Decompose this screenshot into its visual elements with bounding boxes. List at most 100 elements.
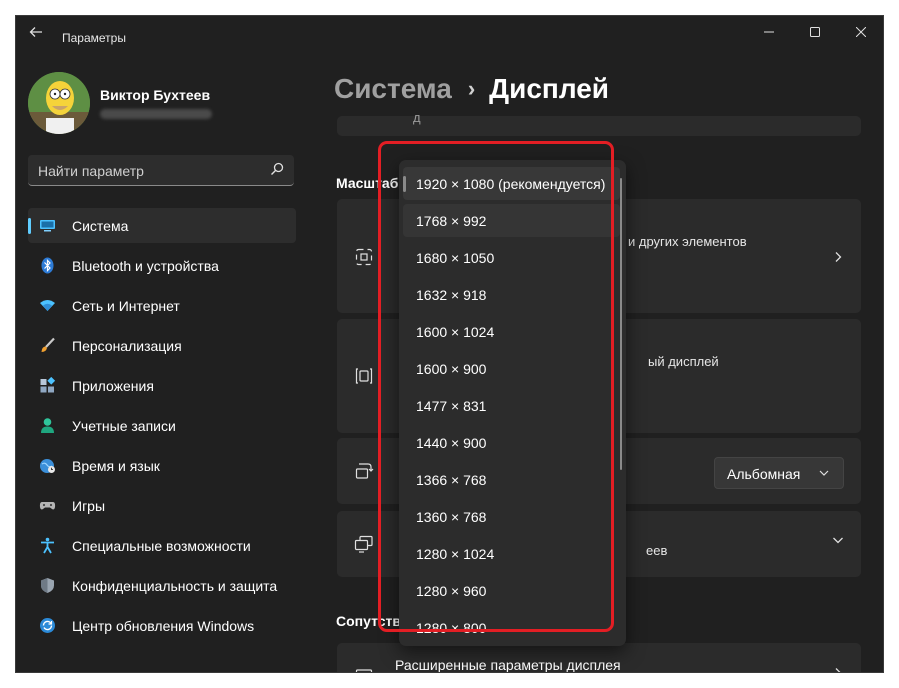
resolution-option[interactable]: 1280 × 1024 — [403, 537, 620, 570]
resolution-option[interactable]: 1600 × 900 — [403, 352, 620, 385]
resolution-option[interactable]: 1360 × 768 — [403, 500, 620, 533]
chevron-right-icon — [835, 252, 842, 262]
sidebar-item-gaming[interactable]: Игры — [28, 488, 296, 523]
resolution-option-label: 1280 × 1024 — [416, 546, 495, 562]
resolution-option[interactable]: 1600 × 1024 — [403, 315, 620, 348]
gamepad-icon — [39, 502, 56, 510]
resolution-option[interactable]: 1920 × 1080 (рекомендуется) — [403, 167, 620, 200]
title-bar: Параметры — [16, 16, 883, 48]
sidebar-item-label: Сеть и Интернет — [72, 298, 180, 314]
chevron-down-icon — [833, 537, 843, 544]
scale-section-label: Масштаб — [336, 175, 399, 191]
sidebar-item-personalization[interactable]: Персонализация — [28, 328, 296, 363]
resolution-option[interactable]: 1280 × 960 — [403, 574, 620, 607]
sidebar-item-label: Учетные записи — [72, 418, 176, 434]
advanced-display-card[interactable]: Расширенные параметры дисплея — [337, 643, 861, 672]
orientation-value: Альбомная — [727, 466, 801, 482]
sidebar-item-windows-update[interactable]: Центр обновления Windows — [28, 608, 296, 643]
resolution-option-label: 1680 × 1050 — [416, 250, 495, 266]
multiple-displays-text: еев — [646, 543, 668, 558]
resolution-option[interactable]: 1680 × 1050 — [403, 241, 620, 274]
person-icon — [41, 418, 54, 433]
scale-icon — [355, 248, 373, 266]
orientation-select[interactable]: Альбомная — [714, 457, 844, 489]
close-button[interactable] — [838, 16, 883, 48]
sidebar-item-label: Центр обновления Windows — [72, 618, 255, 634]
resolution-option-label: 1632 × 918 — [416, 287, 487, 303]
user-name: Виктор Бухтеев — [100, 87, 211, 103]
resolution-dropdown[interactable]: 1920 × 1080 (рекомендуется) 1768 × 992 1… — [399, 160, 626, 646]
accessibility-icon — [41, 537, 54, 554]
resolution-icon — [355, 368, 373, 384]
avatar[interactable] — [28, 72, 90, 134]
resolution-option[interactable]: 1477 × 831 — [403, 389, 620, 422]
sidebar-item-time-language[interactable]: Время и язык — [28, 448, 296, 483]
sidebar-item-privacy[interactable]: Конфиденциальность и защита — [28, 568, 296, 603]
minimize-button[interactable] — [746, 16, 792, 48]
resolution-option-label: 1280 × 960 — [416, 583, 487, 599]
user-email-blurred — [100, 109, 212, 119]
display-icon — [40, 220, 55, 232]
resolution-option[interactable]: 1366 × 768 — [403, 463, 620, 496]
bluetooth-icon — [41, 257, 54, 274]
resolution-option-label: 1280 × 800 — [416, 620, 487, 636]
sidebar-item-accounts[interactable]: Учетные записи — [28, 408, 296, 443]
breadcrumb-parent[interactable]: Система — [334, 73, 452, 104]
sidebar-nav: Система Bluetooth и устройства Сеть и Ин… — [28, 208, 296, 648]
resolution-option[interactable]: 1632 × 918 — [403, 278, 620, 311]
resolution-option-label: 1440 × 900 — [416, 435, 487, 451]
search-input[interactable]: Найти параметр — [28, 155, 294, 186]
sidebar-item-label: Конфиденциальность и защита — [72, 578, 278, 594]
resolution-option[interactable]: 1280 × 800 — [403, 611, 620, 644]
orientation-icon — [355, 463, 374, 479]
sidebar-item-accessibility[interactable]: Специальные возможности — [28, 528, 296, 563]
chevron-down-icon — [819, 470, 829, 476]
page-title: Дисплей — [489, 73, 610, 104]
related-section-label: Сопутств — [336, 613, 401, 629]
wifi-icon — [40, 300, 55, 311]
avatar-image — [28, 72, 90, 134]
resolution-card-text: ый дисплей — [648, 354, 719, 369]
close-icon — [856, 27, 866, 37]
app-title: Параметры — [62, 31, 126, 45]
sidebar-item-system[interactable]: Система — [28, 208, 296, 243]
resolution-option-label: 1366 × 768 — [416, 472, 487, 488]
brush-icon — [41, 337, 55, 352]
back-arrow-icon[interactable] — [28, 24, 44, 40]
resolution-option-label: 1768 × 992 — [416, 213, 487, 229]
multiple-displays-icon — [354, 535, 373, 553]
sidebar-item-label: Bluetooth и устройства — [72, 258, 219, 274]
resolution-option[interactable]: 1768 × 992 — [403, 204, 620, 237]
advanced-display-icon — [355, 669, 373, 672]
sidebar-item-apps[interactable]: Приложения — [28, 368, 296, 403]
shield-icon — [41, 578, 54, 593]
sidebar-item-label: Специальные возможности — [72, 538, 251, 554]
scale-card-text: и других элементов — [628, 234, 747, 249]
dropdown-scrollbar[interactable] — [620, 178, 622, 470]
sidebar-item-label: Приложения — [72, 378, 154, 394]
sidebar-item-label: Время и язык — [72, 458, 160, 474]
sidebar-item-label: Система — [72, 218, 129, 234]
apps-icon — [40, 377, 56, 393]
globe-clock-icon — [40, 459, 55, 473]
search-placeholder: Найти параметр — [38, 163, 144, 179]
breadcrumb-separator: › — [467, 76, 476, 101]
sidebar-item-label: Персонализация — [72, 338, 182, 354]
search-icon[interactable] — [270, 162, 284, 176]
resolution-option-label: 1920 × 1080 (рекомендуется) — [416, 176, 606, 192]
resolution-option-label: 1360 × 768 — [416, 509, 487, 525]
resolution-option-label: 1600 × 1024 — [416, 324, 495, 340]
top-card-text: д — [413, 110, 421, 125]
maximize-icon — [810, 27, 820, 37]
resolution-option-label: 1600 × 900 — [416, 361, 487, 377]
sidebar-item-network[interactable]: Сеть и Интернет — [28, 288, 296, 323]
resolution-option[interactable]: 1440 × 900 — [403, 426, 620, 459]
chevron-right-icon — [835, 668, 841, 672]
maximize-button[interactable] — [792, 16, 838, 48]
sidebar-item-bluetooth[interactable]: Bluetooth и устройства — [28, 248, 296, 283]
minimize-icon — [764, 31, 774, 33]
brightness-card[interactable]: д — [337, 110, 861, 136]
update-icon — [40, 618, 55, 633]
sidebar-item-label: Игры — [72, 498, 106, 514]
advanced-display-label: Расширенные параметры дисплея — [395, 657, 621, 672]
